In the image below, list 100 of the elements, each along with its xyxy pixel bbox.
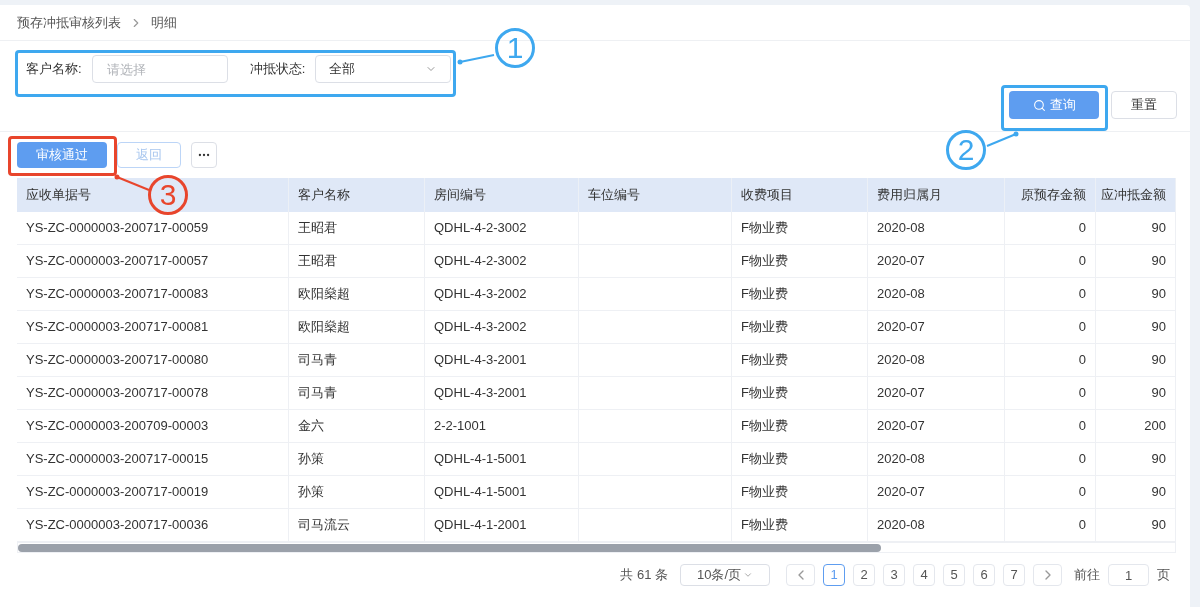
table-cell-text: 90 <box>1151 516 1166 535</box>
table-cell-text: 0 <box>1078 483 1086 502</box>
table-cell-text: 0 <box>1078 252 1086 271</box>
scrollbar-thumb[interactable] <box>18 543 881 552</box>
table-cell-text: F物业费 <box>741 252 788 271</box>
table-cell-text: YS-ZC-0000003-200717-00057 <box>26 252 209 271</box>
table-cell-text: 2020-07 <box>877 483 925 502</box>
customer-field[interactable]: 请选择 <box>91 55 228 83</box>
table-cell-text: F物业费 <box>741 219 788 238</box>
column-header: 车位编号 <box>579 178 732 212</box>
table-cell-text: 司马青 <box>298 384 337 403</box>
table-cell-text: F物业费 <box>741 417 788 436</box>
page-button[interactable]: 7 <box>1003 564 1025 586</box>
table-cell-text: 0 <box>1078 450 1086 469</box>
table-cell-text: 金六 <box>298 417 324 436</box>
column-header: 房间编号 <box>425 178 579 212</box>
table-cell-text: QDHL-4-1-5001 <box>434 450 527 469</box>
table-cell-text: 2020-08 <box>877 516 925 535</box>
page-size-select[interactable]: 10条/页 <box>680 564 770 586</box>
status-select[interactable]: 全部 <box>315 55 452 83</box>
annotation-number: 3 <box>148 175 188 215</box>
page-button[interactable]: 2 <box>853 564 875 586</box>
table-cell-text: 0 <box>1078 384 1086 403</box>
table-cell-text: F物业费 <box>741 450 788 469</box>
table-cell-text: 2020-07 <box>877 252 925 271</box>
goto-label: 前往 <box>1074 566 1100 585</box>
table-cell-text: 90 <box>1151 285 1166 304</box>
table-cell-text: QDHL-4-1-2001 <box>434 516 527 535</box>
table-cell-text: YS-ZC-0000003-200709-00003 <box>26 417 209 436</box>
annotation-number: 2 <box>946 130 986 170</box>
table-cell-text: 2020-08 <box>877 219 925 238</box>
table-cell-text: QDHL-4-3-2002 <box>434 318 527 337</box>
filter-label: 冲抵状态: <box>249 60 306 79</box>
prev-page-button[interactable] <box>786 564 815 586</box>
table-cell-text: 2020-07 <box>877 318 925 337</box>
column-header: 费用归属月 <box>868 178 1005 212</box>
table-cell-text: 2020-08 <box>877 450 925 469</box>
table-cell-text: 2-2-1001 <box>434 417 487 436</box>
page-number-field[interactable]: 1 <box>1108 564 1149 586</box>
breadcrumb-link[interactable]: 预存冲抵审核列表 <box>17 12 121 33</box>
table-cell-text: 2020-08 <box>877 285 925 304</box>
table-cell-text: 90 <box>1151 351 1166 370</box>
table-cell-text: 0 <box>1078 219 1086 238</box>
table-cell-text: YS-ZC-0000003-200717-00081 <box>26 318 209 337</box>
table-cell-text: 2020-08 <box>877 351 925 370</box>
table-cell-text: F物业费 <box>741 285 788 304</box>
table-cell-text: YS-ZC-0000003-200717-00015 <box>26 450 209 469</box>
table-cell-text: 0 <box>1078 285 1086 304</box>
table-cell-text: YS-ZC-0000003-200717-00080 <box>26 351 209 370</box>
table-cell-text: 90 <box>1151 450 1166 469</box>
page-button[interactable]: 3 <box>883 564 905 586</box>
column-header: 原预存金额 <box>1005 178 1096 212</box>
table-cell-text: 0 <box>1078 351 1086 370</box>
table-cell-text: 欧阳燊超 <box>298 285 350 304</box>
table-cell-text: 90 <box>1151 219 1166 238</box>
table-cell-text: F物业费 <box>741 351 788 370</box>
table-cell-text: 200 <box>1144 417 1166 436</box>
table-cell-text: YS-ZC-0000003-200717-00078 <box>26 384 209 403</box>
page-button[interactable]: 4 <box>913 564 935 586</box>
table-cell-text: QDHL-4-2-3002 <box>434 252 527 271</box>
total-count: 共 61 条 <box>620 566 668 585</box>
table-cell-text: F物业费 <box>741 318 788 337</box>
next-page-button[interactable] <box>1033 564 1062 586</box>
page-button[interactable]: 6 <box>973 564 995 586</box>
table-cell-text: 孙策 <box>298 450 324 469</box>
table-cell-text: QDHL-4-1-5001 <box>434 483 527 502</box>
table-cell-text: 90 <box>1151 384 1166 403</box>
table-cell-text: QDHL-4-3-2001 <box>434 351 527 370</box>
column-header: 收费项目 <box>732 178 868 212</box>
table-cell-text: 司马流云 <box>298 516 350 535</box>
table-cell-text: YS-ZC-0000003-200717-00083 <box>26 285 209 304</box>
table-cell-text: YS-ZC-0000003-200717-00059 <box>26 219 209 238</box>
table-cell-text: YS-ZC-0000003-200717-00036 <box>26 516 209 535</box>
table-cell-text: F物业费 <box>741 516 788 535</box>
table-cell-text: 欧阳燊超 <box>298 318 350 337</box>
table-cell-text: QDHL-4-3-2001 <box>434 384 527 403</box>
table-cell-text: QDHL-4-2-3002 <box>434 219 527 238</box>
table-cell-text: QDHL-4-3-2002 <box>434 285 527 304</box>
more-button[interactable] <box>191 142 217 168</box>
table-cell-text: 0 <box>1078 516 1086 535</box>
table-cell-text: F物业费 <box>741 483 788 502</box>
page-suffix: 页 <box>1157 566 1170 585</box>
table-cell-text: 2020-07 <box>877 417 925 436</box>
column-header: 客户名称 <box>289 178 425 212</box>
table-cell-text: 90 <box>1151 318 1166 337</box>
caret-icon <box>743 570 753 580</box>
table-cell-text: 0 <box>1078 318 1086 337</box>
column-header: 应冲抵金额 <box>1096 178 1176 212</box>
table-cell-text: YS-ZC-0000003-200717-00019 <box>26 483 209 502</box>
table-cell-text: 孙策 <box>298 483 324 502</box>
reset-button[interactable]: 重置 <box>1111 91 1177 119</box>
table-cell-text: 王昭君 <box>298 252 337 271</box>
breadcrumb-current: 明细 <box>151 13 177 32</box>
table-cell-text: 90 <box>1151 252 1166 271</box>
annotation-number: 1 <box>495 28 535 68</box>
table-cell-text: 0 <box>1078 417 1086 436</box>
page-button[interactable]: 5 <box>943 564 965 586</box>
table-cell-text: 司马青 <box>298 351 337 370</box>
search-icon <box>1032 98 1046 112</box>
table-cell-text: 2020-07 <box>877 384 925 403</box>
